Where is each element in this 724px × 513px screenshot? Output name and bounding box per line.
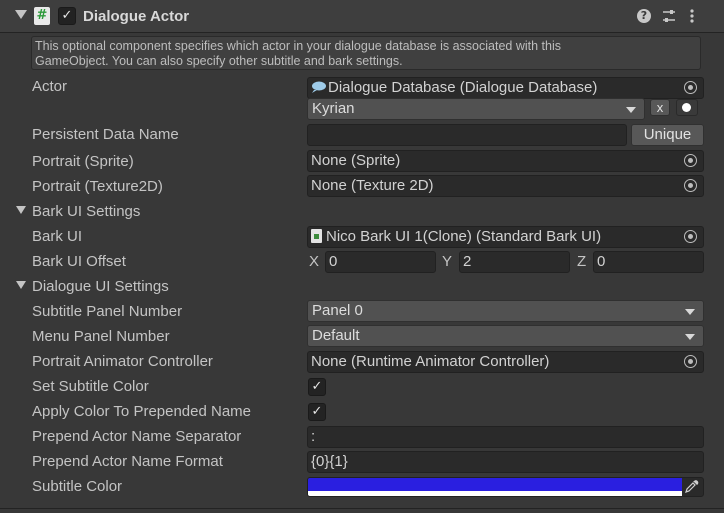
menu-panel-number-label: Menu Panel Number (32, 328, 170, 345)
object-picker-icon[interactable] (684, 81, 697, 94)
presets-icon[interactable] (661, 8, 677, 24)
offset-x-label: X (309, 253, 320, 270)
eyedropper-icon[interactable] (684, 479, 700, 495)
dropdown-arrow-icon (685, 309, 695, 315)
portrait-texture-field[interactable]: None (Texture 2D) (307, 175, 704, 197)
database-icon (312, 81, 326, 93)
object-picker-icon[interactable] (684, 154, 697, 167)
dropdown-arrow-icon (685, 334, 695, 340)
apply-color-label: Apply Color To Prepended Name (32, 403, 252, 420)
bark-ui-label: Bark UI (32, 228, 83, 245)
portrait-texture-label: Portrait (Texture2D) (32, 178, 163, 195)
dialogue-ui-settings-foldout[interactable]: Dialogue UI Settings (16, 278, 169, 295)
prepend-separator-input[interactable]: : (307, 426, 704, 448)
portrait-texture-value: None (Texture 2D) (311, 177, 434, 194)
foldout-arrow-icon (16, 206, 26, 215)
portrait-sprite-field[interactable]: None (Sprite) (307, 150, 704, 172)
component-title: Dialogue Actor (83, 8, 190, 25)
portrait-sprite-value: None (Sprite) (311, 152, 401, 169)
actor-picker-button[interactable] (676, 99, 698, 116)
kebab-menu-icon[interactable] (684, 8, 700, 24)
portrait-animator-controller-field[interactable]: None (Runtime Animator Controller) (307, 351, 704, 373)
prepend-format-label: Prepend Actor Name Format (32, 453, 223, 470)
help-text-line1: This optional component specifies which … (35, 39, 561, 53)
foldout-arrow-icon[interactable] (15, 10, 27, 19)
dropdown-arrow-icon (626, 107, 636, 113)
menu-panel-number-dropdown[interactable]: Default (307, 325, 704, 347)
foldout-arrow-icon (16, 281, 26, 290)
clear-actor-button[interactable]: x (650, 99, 670, 116)
bark-ui-value: Nico Bark UI 1(Clone) (Standard Bark UI) (326, 228, 602, 245)
offset-y-label: Y (442, 253, 453, 270)
offset-z-input[interactable]: 0 (593, 251, 704, 273)
component-enabled-checkbox[interactable]: ✓ (58, 7, 76, 25)
object-picker-icon[interactable] (684, 355, 697, 368)
actor-label: Actor (32, 78, 68, 95)
component-header: # ✓ Dialogue Actor ? (0, 0, 724, 33)
offset-z-label: Z (577, 253, 587, 270)
subtitle-color-label: Subtitle Color (32, 478, 123, 495)
record-dot-icon (682, 103, 691, 112)
color-swatch (308, 478, 682, 491)
subtitle-panel-number-value: Panel 0 (312, 302, 363, 319)
unique-button[interactable]: Unique (631, 124, 704, 146)
persistent-data-name-label: Persistent Data Name (32, 126, 179, 143)
bark-ui-offset-label: Bark UI Offset (32, 253, 126, 270)
script-icon: # (34, 7, 50, 25)
bark-ui-icon (311, 229, 322, 243)
offset-x-input[interactable]: 0 (325, 251, 436, 273)
prepend-format-input[interactable]: {0}{1} (307, 451, 704, 473)
portrait-animator-controller-value: None (Runtime Animator Controller) (311, 353, 550, 370)
subtitle-color-field[interactable] (307, 477, 704, 497)
component-divider (0, 508, 724, 509)
apply-color-checkbox[interactable]: ✓ (308, 403, 326, 421)
set-subtitle-color-label: Set Subtitle Color (32, 378, 149, 395)
dialogue-database-field[interactable]: Dialogue Database (Dialogue Database) (307, 77, 704, 99)
subtitle-panel-number-dropdown[interactable]: Panel 0 (307, 300, 704, 322)
color-alpha-bar (308, 491, 682, 496)
dialogue-database-value: Dialogue Database (Dialogue Database) (328, 79, 598, 96)
help-icon[interactable]: ? (637, 9, 651, 23)
object-picker-icon[interactable] (684, 230, 697, 243)
set-subtitle-color-checkbox[interactable]: ✓ (308, 378, 326, 396)
offset-y-input[interactable]: 2 (459, 251, 570, 273)
portrait-sprite-label: Portrait (Sprite) (32, 153, 134, 170)
bark-ui-field[interactable]: Nico Bark UI 1(Clone) (Standard Bark UI) (307, 226, 704, 248)
bark-ui-settings-title: Bark UI Settings (32, 203, 141, 220)
bark-ui-settings-foldout[interactable]: Bark UI Settings (16, 203, 140, 220)
portrait-animator-controller-label: Portrait Animator Controller (32, 353, 213, 370)
object-picker-icon[interactable] (684, 179, 697, 192)
actor-dropdown[interactable]: Kyrian (307, 98, 645, 120)
persistent-data-name-input[interactable] (307, 124, 627, 146)
prepend-separator-label: Prepend Actor Name Separator (32, 428, 242, 445)
subtitle-panel-number-label: Subtitle Panel Number (32, 303, 183, 320)
menu-panel-number-value: Default (312, 327, 360, 344)
help-box: This optional component specifies which … (31, 36, 701, 70)
dialogue-ui-settings-title: Dialogue UI Settings (32, 278, 169, 295)
actor-dropdown-value: Kyrian (312, 100, 355, 117)
help-text-line2: GameObject. You can also specify other s… (35, 54, 403, 68)
